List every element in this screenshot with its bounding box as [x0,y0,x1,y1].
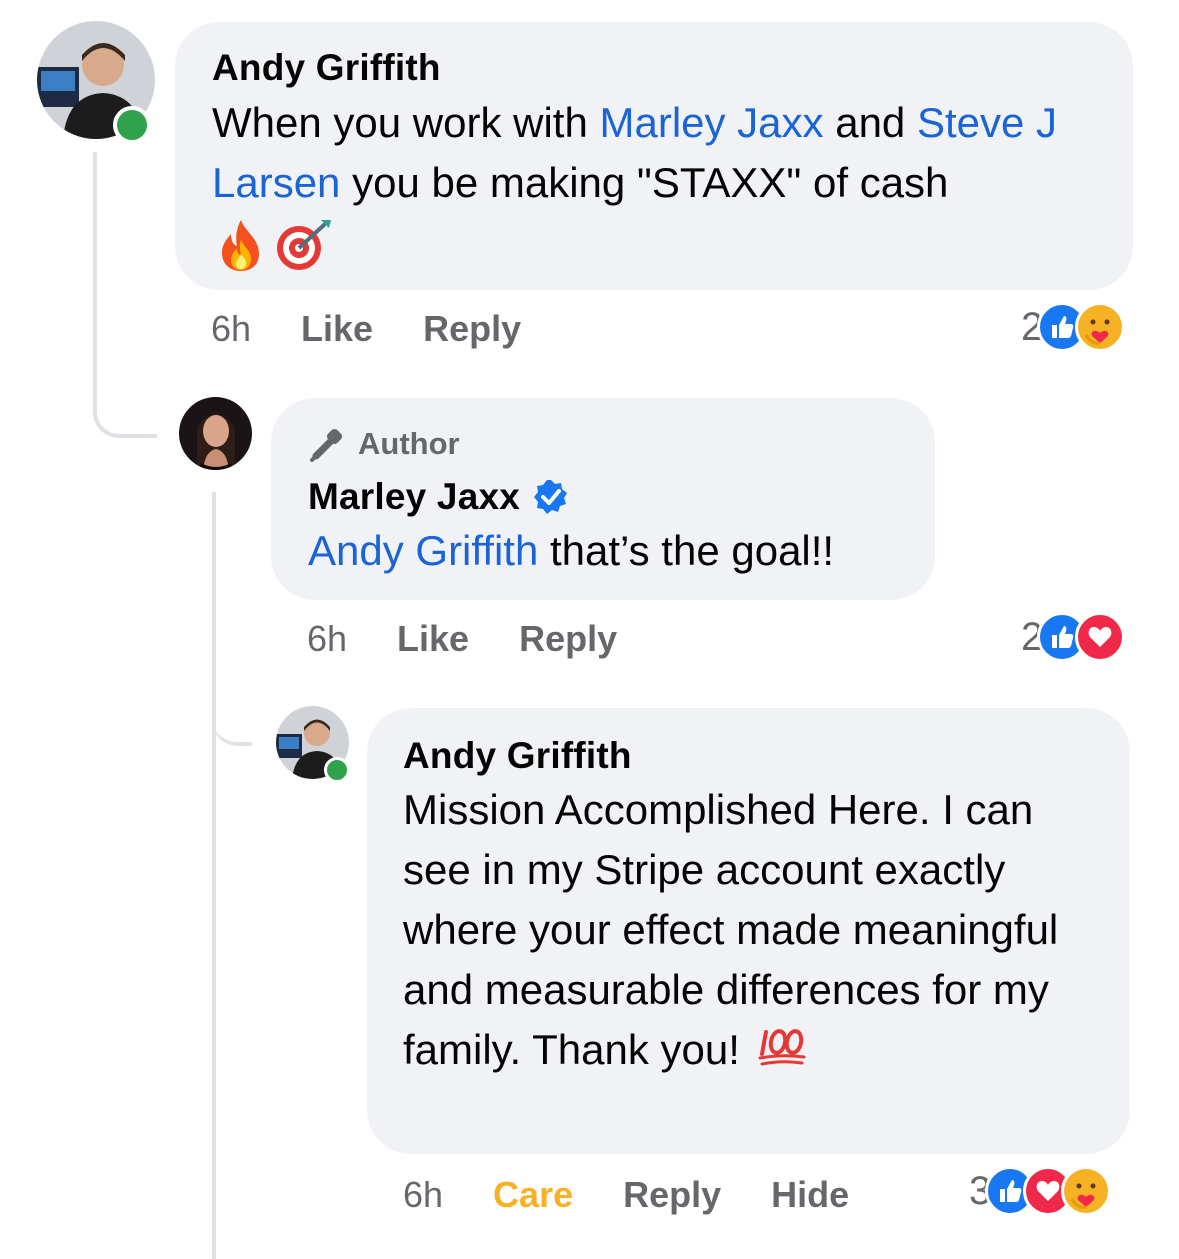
comment-bubble[interactable]: Andy Griffith Mission Accomplished Here.… [367,708,1130,1154]
thread-connector-3 [212,600,252,746]
mention-andy-griffith[interactable]: Andy Griffith [308,527,538,574]
like-button[interactable]: Like [397,618,469,660]
care-reaction-icon [1061,1166,1112,1216]
emoji-row [215,218,333,272]
care-reaction-icon [1075,302,1126,352]
hide-button[interactable]: Hide [771,1174,849,1216]
comment-text: Mission Accomplished Here. I can see in … [403,780,1108,1080]
comment-bubble[interactable]: Author Marley Jaxx Andy Griffith that’s … [271,398,935,600]
hundred-points-emoji-icon [758,1029,806,1066]
online-status-dot [324,757,350,783]
comment-body: Mission Accomplished Here. I can see in … [403,786,1059,1073]
timestamp[interactable]: 6h [211,308,251,350]
reaction-summary[interactable]: 3 [969,1166,1112,1216]
comment-meta: 6h Care Reply Hide [403,1174,849,1216]
online-status-dot [113,106,151,144]
thread-connector-1 [93,152,157,438]
microphone-icon [310,428,343,462]
author-badge-label: Author [358,426,460,461]
fire-emoji-icon [222,220,259,271]
comment-text: Andy Griffith that’s the goal!! [308,521,834,581]
author-badge: Author [308,426,460,462]
reply-button[interactable]: Reply [519,618,617,660]
text-part: and [823,99,917,146]
text-part: When you work with [212,99,600,146]
text-part: that’s the goal!! [538,527,835,574]
author-name[interactable]: Andy Griffith [212,47,441,89]
timestamp[interactable]: 6h [403,1174,443,1216]
author-row: Marley Jaxx [308,476,570,518]
text-part: you be making "STAXX" of cash [340,159,949,206]
avatar-photo [179,397,252,470]
timestamp[interactable]: 6h [307,618,347,660]
reaction-summary[interactable]: 2 [1021,302,1126,352]
comment-bubble[interactable]: Andy Griffith When you work with Marley … [175,22,1133,290]
mention-marley-jaxx[interactable]: Marley Jaxx [599,99,823,146]
love-reaction-icon [1075,612,1126,662]
like-button[interactable]: Like [301,308,373,350]
author-name[interactable]: Andy Griffith [403,735,632,777]
author-name[interactable]: Marley Jaxx [308,476,520,518]
reply-button[interactable]: Reply [423,308,521,350]
direct-hit-emoji-icon [277,220,331,270]
reply-button[interactable]: Reply [623,1174,721,1216]
avatar[interactable] [179,397,252,470]
comment-text: When you work with Marley Jaxx and Steve… [212,93,1112,213]
care-button[interactable]: Care [493,1174,573,1216]
comment-meta: 6h Like Reply [211,308,521,350]
comment-meta: 6h Like Reply [307,618,617,660]
verified-badge-icon [534,480,568,514]
reaction-summary[interactable]: 2 [1021,612,1126,662]
